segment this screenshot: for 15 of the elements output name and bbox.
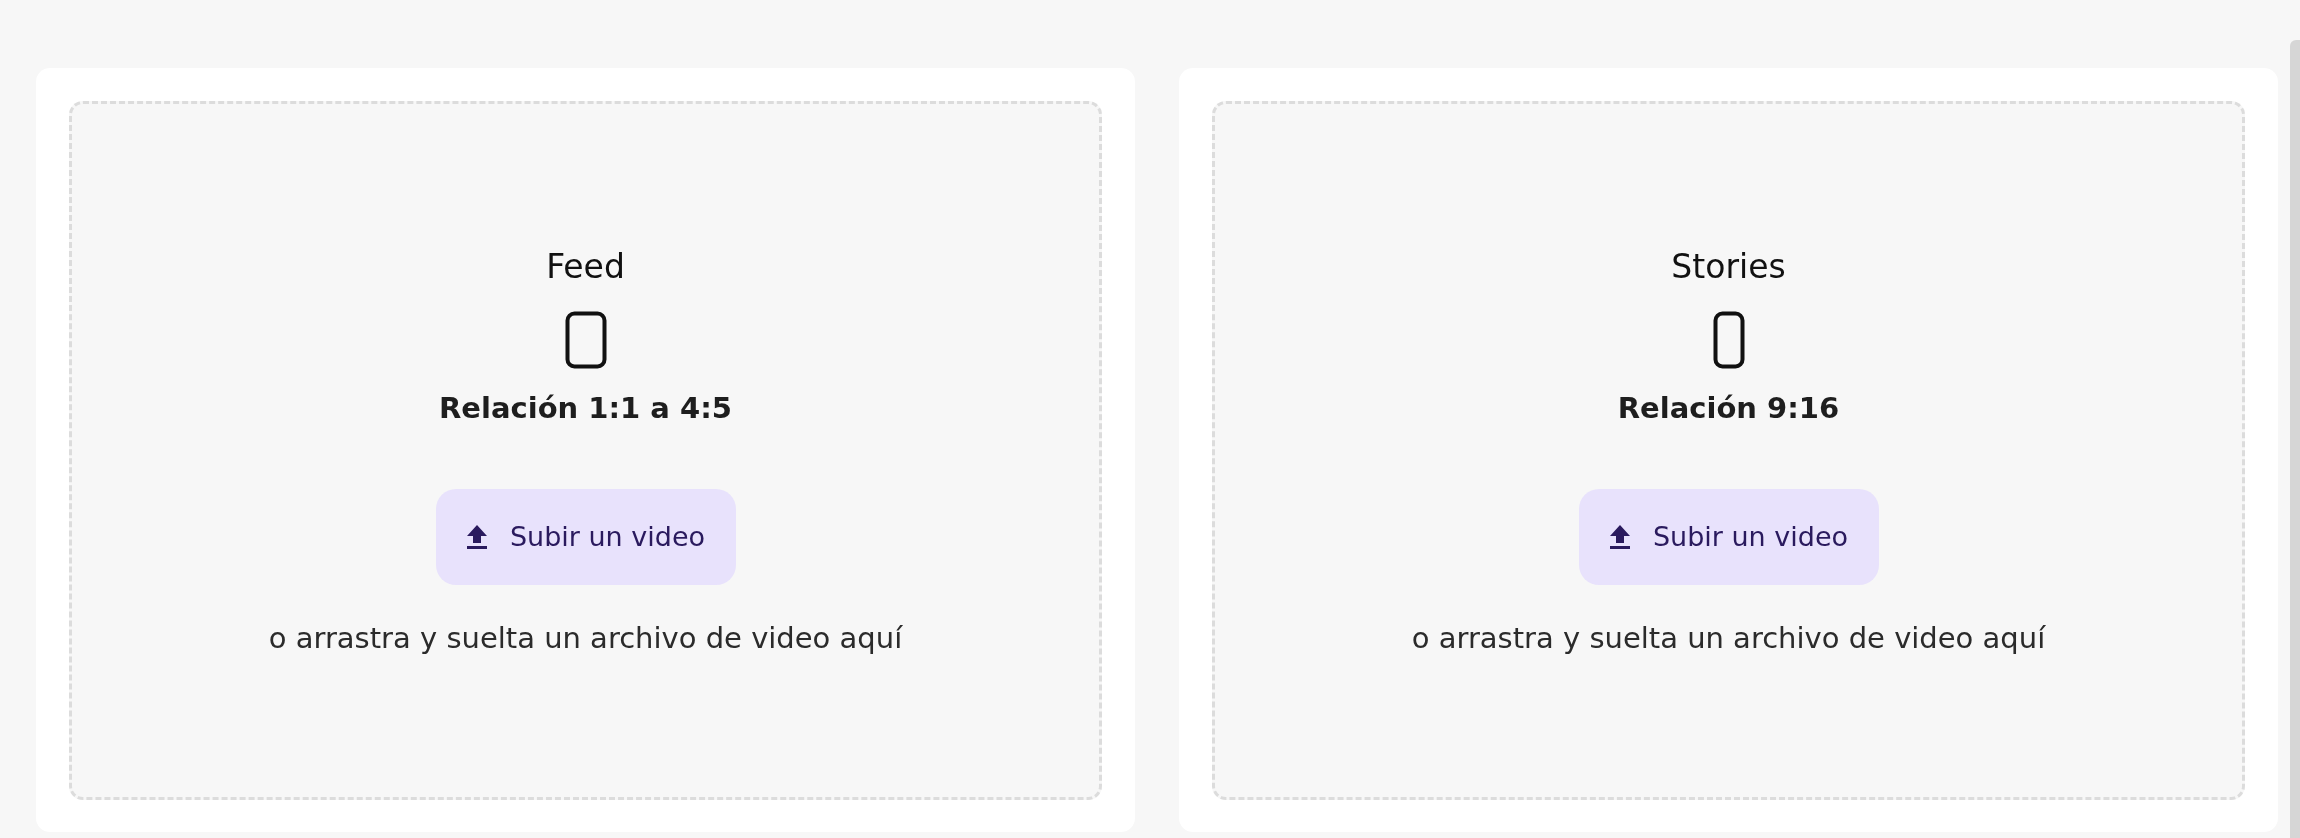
aspect-ratio-label: Relación 1:1 a 4:5 bbox=[439, 390, 732, 425]
format-title: Feed bbox=[546, 246, 625, 287]
upload-icon bbox=[465, 523, 488, 550]
upload-video-button[interactable]: Subir un video bbox=[1578, 488, 1879, 585]
upload-icon bbox=[1608, 523, 1631, 550]
scrollbar-thumb[interactable] bbox=[2290, 40, 2300, 838]
upload-video-button[interactable]: Subir un video bbox=[435, 488, 736, 585]
format-title: Stories bbox=[1671, 246, 1786, 287]
drag-drop-hint: o arrastra y suelta un archivo de video aquí bbox=[268, 620, 903, 655]
rectangle-icon bbox=[1712, 310, 1745, 369]
drag-drop-hint: o arrastra y suelta un archivo de video aquí bbox=[1411, 620, 2046, 655]
drop-zone[interactable]: Feed Relación 1:1 a 4:5 Subir un video o arrastra y suelta un archivo de video aquí bbox=[69, 101, 1102, 800]
aspect-ratio-label: Relación 9:16 bbox=[1617, 390, 1840, 425]
rectangle-icon bbox=[564, 310, 607, 369]
drop-zone[interactable]: Stories Relación 9:16 Subir un video o arrastra y suelta un archivo de video aquí bbox=[1212, 101, 2245, 800]
